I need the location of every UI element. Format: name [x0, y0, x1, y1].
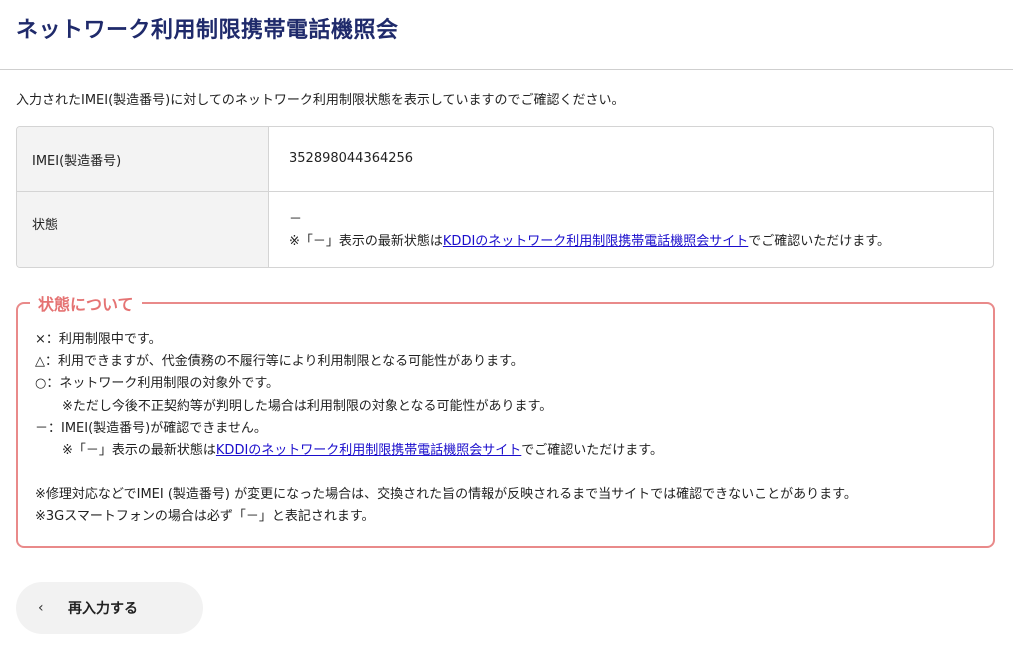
- status-legend-title: 状態について: [30, 291, 142, 315]
- imei-value: 352898044364256: [289, 151, 414, 166]
- status-legend-box: 状態について ×：利用制限中です。 △：利用できますが、代金債務の不履行等により…: [16, 291, 995, 548]
- legend-note-suffix: でご確認いただけます。: [521, 443, 663, 459]
- status-row: 状態 － ※「－」表示の最新状態はKDDIのネットワーク利用制限携帯電話機照会サ…: [17, 192, 993, 267]
- legend-note-prefix: ※「－」表示の最新状態は: [62, 443, 216, 459]
- legend-line-not-restricted-note: ※ただし今後不正契約等が判明した場合は利用制限の対象となる可能性があります。: [62, 398, 553, 414]
- imei-row: IMEI(製造番号) 352898044364256: [17, 127, 993, 192]
- status-note-prefix: ※「－」表示の最新状態は: [289, 234, 443, 249]
- status-label: 状態: [17, 192, 269, 267]
- kddi-site-link[interactable]: KDDIのネットワーク利用制限携帯電話機照会サイト: [443, 234, 748, 249]
- imei-label: IMEI(製造番号): [17, 127, 269, 191]
- reenter-button[interactable]: ‹ 再入力する: [16, 582, 203, 634]
- chevron-left-icon: ‹: [38, 600, 44, 616]
- status-note: ※「－」表示の最新状態はKDDIのネットワーク利用制限携帯電話機照会サイトでご確…: [289, 231, 993, 253]
- reenter-button-label: 再入力する: [68, 601, 138, 617]
- result-table: IMEI(製造番号) 352898044364256 状態 － ※「－」表示の最…: [16, 126, 994, 268]
- status-value-cell: － ※「－」表示の最新状態はKDDIのネットワーク利用制限携帯電話機照会サイトで…: [269, 192, 993, 267]
- page-title: ネットワーク利用制限携帯電話機照会: [16, 18, 399, 43]
- legend-line-not-restricted: ○：ネットワーク利用制限の対象外です。: [35, 376, 280, 392]
- footnote-repair: ※修理対応などでIMEI (製造番号) が変更になった場合は、交換された旨の情報…: [35, 487, 857, 503]
- title-divider: [0, 69, 1013, 70]
- legend-line-possible-restriction: △：利用できますが、代金債務の不履行等により利用制限となる可能性があります。: [35, 354, 524, 370]
- legend-line-restricted: ×：利用制限中です。: [35, 332, 162, 347]
- status-value: －: [289, 212, 303, 227]
- legend-line-unconfirmed-note: ※「－」表示の最新状態はKDDIのネットワーク利用制限携帯電話機照会サイトでご確…: [35, 440, 977, 462]
- status-legend-content: ×：利用制限中です。 △：利用できますが、代金債務の不履行等により利用制限となる…: [35, 329, 977, 529]
- status-note-suffix: でご確認いただけます。: [748, 234, 890, 249]
- intro-text: 入力されたIMEI(製造番号)に対してのネットワーク利用制限状態を表示しています…: [16, 93, 625, 108]
- legend-spacer: [35, 462, 977, 484]
- footnote-3g: ※3Gスマートフォンの場合は必ず「－」と表記されます。: [35, 509, 375, 525]
- legend-line-unconfirmed: －：IMEI(製造番号)が確認できません。: [35, 420, 267, 436]
- kddi-site-link-legend[interactable]: KDDIのネットワーク利用制限携帯電話機照会サイト: [216, 443, 521, 458]
